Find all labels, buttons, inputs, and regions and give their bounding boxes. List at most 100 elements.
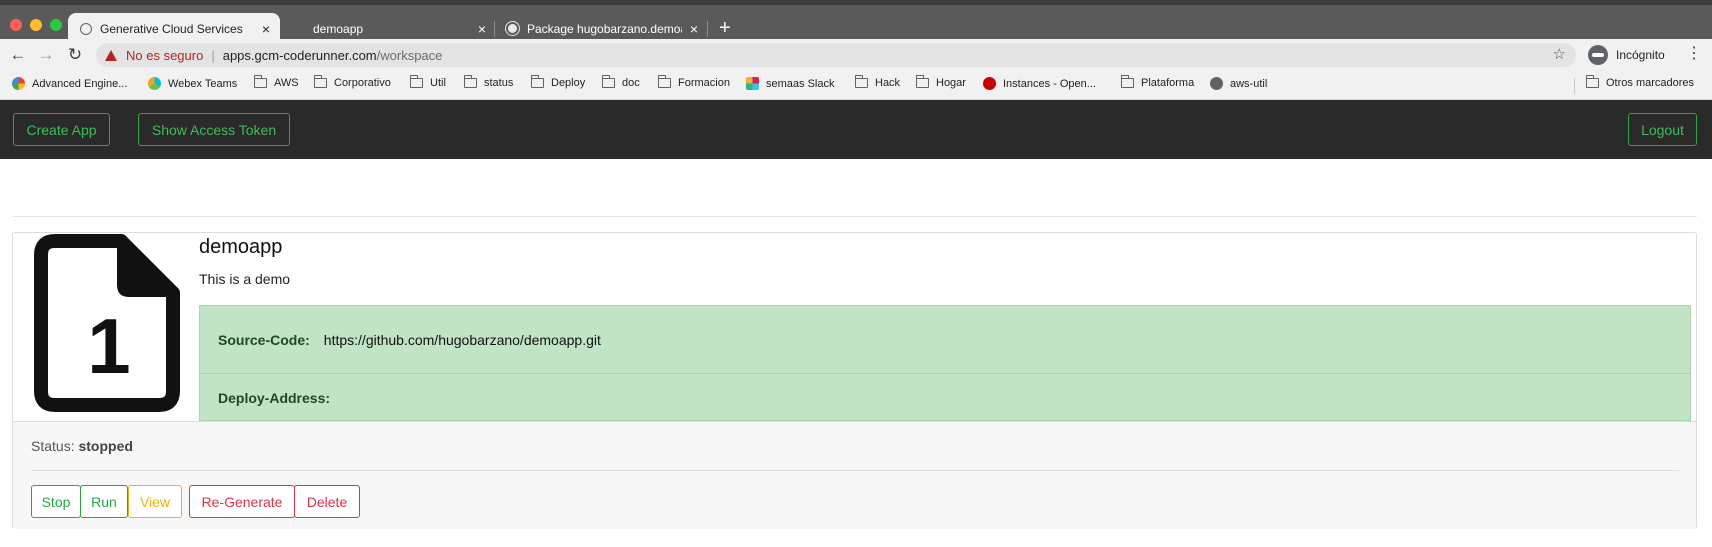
security-indicator[interactable]: No es seguro [126, 48, 203, 63]
tab-label: Generative Cloud Services [100, 21, 243, 36]
bookmark-label: Hogar [936, 77, 966, 89]
bookmarks-bar: Advanced Engine... Webex Teams AWS Corpo… [0, 71, 1712, 100]
status-value: stopped [78, 438, 133, 454]
close-icon[interactable]: × [262, 21, 270, 37]
window-close-button[interactable] [10, 19, 22, 31]
bookmark-deploy[interactable]: Deploy [530, 75, 586, 89]
delete-button[interactable]: Delete [294, 485, 360, 518]
back-arrow-icon[interactable]: ← [6, 43, 30, 67]
bookmark-aws[interactable]: AWS [253, 75, 299, 89]
bookmark-formacion[interactable]: Formacion [657, 75, 730, 89]
app-card: 1 demoapp This is a demo Source-Code: ht… [12, 232, 1697, 529]
tab-label: Package hugobarzano.demoapp [527, 21, 682, 36]
bookmark-label: Deploy [551, 77, 586, 89]
footer-divider [31, 470, 1679, 471]
bookmark-label: status [484, 77, 514, 89]
deploy-address-row: Deploy-Address: [200, 374, 1690, 422]
tab-divider [707, 21, 708, 37]
icon-number: 1 [87, 302, 130, 390]
address-bar[interactable]: No es seguro | apps.gcm-coderunner.com /… [96, 43, 1576, 67]
folder-icon [1585, 75, 1599, 88]
bookmark-hack[interactable]: Hack [854, 75, 901, 89]
deploy-address-label: Deploy-Address: [218, 390, 331, 406]
app-navbar: Create App Show Access Token Logout [0, 100, 1712, 159]
bookmark-label: Plataforma [1141, 77, 1195, 89]
globe-icon [1210, 77, 1223, 90]
folder-icon [530, 75, 544, 88]
bookmark-corporativo[interactable]: Corporativo [313, 75, 391, 89]
source-code-value: https://github.com/hugobarzano/demoapp.g… [323, 331, 601, 348]
folder-icon [1120, 75, 1134, 88]
bookmark-label: Otros marcadores [1606, 77, 1695, 89]
incognito-icon [1588, 45, 1608, 65]
show-access-token-button[interactable]: Show Access Token [138, 113, 290, 146]
folder-icon [601, 75, 615, 88]
browser-toolbar: ← → ↻ No es seguro | apps.gcm-coderunner… [0, 39, 1712, 71]
bookmark-util[interactable]: Util [409, 75, 446, 89]
folder-icon [915, 75, 929, 88]
folder-icon [409, 75, 423, 88]
bookmarks-divider [1574, 78, 1575, 94]
github-icon [506, 22, 519, 35]
bookmark-status[interactable]: status [463, 75, 514, 89]
slack-icon [746, 77, 759, 90]
tab-label: demoapp [313, 21, 364, 36]
status-label: Status: [31, 438, 75, 454]
bookmark-plataforma[interactable]: Plataforma [1120, 75, 1195, 89]
bookmark-instances[interactable]: Instances - Open... [983, 77, 1096, 90]
bookmark-star-icon[interactable]: ☆ [1553, 45, 1566, 63]
folder-icon [854, 75, 868, 88]
bookmark-label: Advanced Engine... [32, 77, 128, 90]
new-tab-button[interactable]: + [719, 17, 731, 39]
bookmark-doc[interactable]: doc [601, 75, 640, 89]
file-document-icon: 1 [34, 234, 180, 412]
bookmark-label: doc [622, 77, 640, 89]
bookmark-label: AWS [274, 77, 299, 89]
browser-menu-icon[interactable]: ⋮ [1686, 43, 1702, 63]
window-zoom-button[interactable] [50, 19, 62, 31]
regenerate-button[interactable]: Re-Generate [189, 485, 295, 518]
profile-label: Incógnito [1616, 48, 1665, 62]
forward-arrow-icon[interactable]: → [34, 43, 58, 67]
bookmark-other[interactable]: Otros marcadores [1585, 75, 1695, 89]
bookmark-label: Corporativo [334, 77, 391, 89]
webex-icon [148, 77, 161, 90]
bookmark-semaas-slack[interactable]: semaas Slack [746, 77, 834, 90]
folder-icon [657, 75, 671, 88]
create-app-button[interactable]: Create App [13, 113, 110, 146]
redhat-icon [983, 77, 996, 90]
app-info-box: Source-Code: https://github.com/hugobarz… [199, 305, 1691, 421]
stop-button[interactable]: Stop [31, 485, 81, 518]
app-description: This is a demo [199, 271, 291, 287]
browser-tab-strip: Generative Cloud Services × demoapp × Pa… [0, 0, 1712, 44]
bookmark-hogar[interactable]: Hogar [915, 75, 966, 89]
warning-icon [105, 49, 117, 61]
source-code-row: Source-Code: https://github.com/hugobarz… [200, 306, 1690, 374]
bookmark-aws-util[interactable]: aws-util [1210, 77, 1267, 90]
window-minimize-button[interactable] [30, 19, 42, 31]
bookmark-label: Util [430, 77, 446, 89]
logout-button[interactable]: Logout [1628, 113, 1697, 146]
close-icon[interactable]: × [690, 21, 698, 37]
tab-divider [494, 21, 495, 37]
url-path: /workspace [376, 47, 443, 63]
bookmark-label: Instances - Open... [1003, 77, 1096, 90]
run-button[interactable]: Run [80, 485, 128, 518]
folder-icon [253, 75, 267, 88]
url-host: apps.gcm-coderunner.com [222, 47, 377, 63]
bookmark-label: Hack [875, 77, 901, 89]
google-icon [12, 77, 25, 90]
folder-icon [313, 75, 327, 88]
bookmark-advanced-engine[interactable]: Advanced Engine... [12, 77, 127, 90]
bookmark-webex-teams[interactable]: Webex Teams [148, 77, 237, 90]
view-button[interactable]: View [128, 485, 182, 518]
app-title: demoapp [199, 236, 283, 258]
close-icon[interactable]: × [478, 21, 486, 37]
source-code-label: Source-Code: [218, 331, 310, 348]
profile-button[interactable]: Incógnito [1588, 43, 1665, 67]
reload-icon[interactable]: ↻ [63, 43, 87, 67]
bookmark-label: aws-util [1230, 77, 1268, 90]
folder-icon [463, 75, 477, 88]
app-card-footer: Status: stopped Stop Run View Re-Generat… [13, 421, 1696, 529]
bookmark-label: Webex Teams [168, 77, 238, 90]
